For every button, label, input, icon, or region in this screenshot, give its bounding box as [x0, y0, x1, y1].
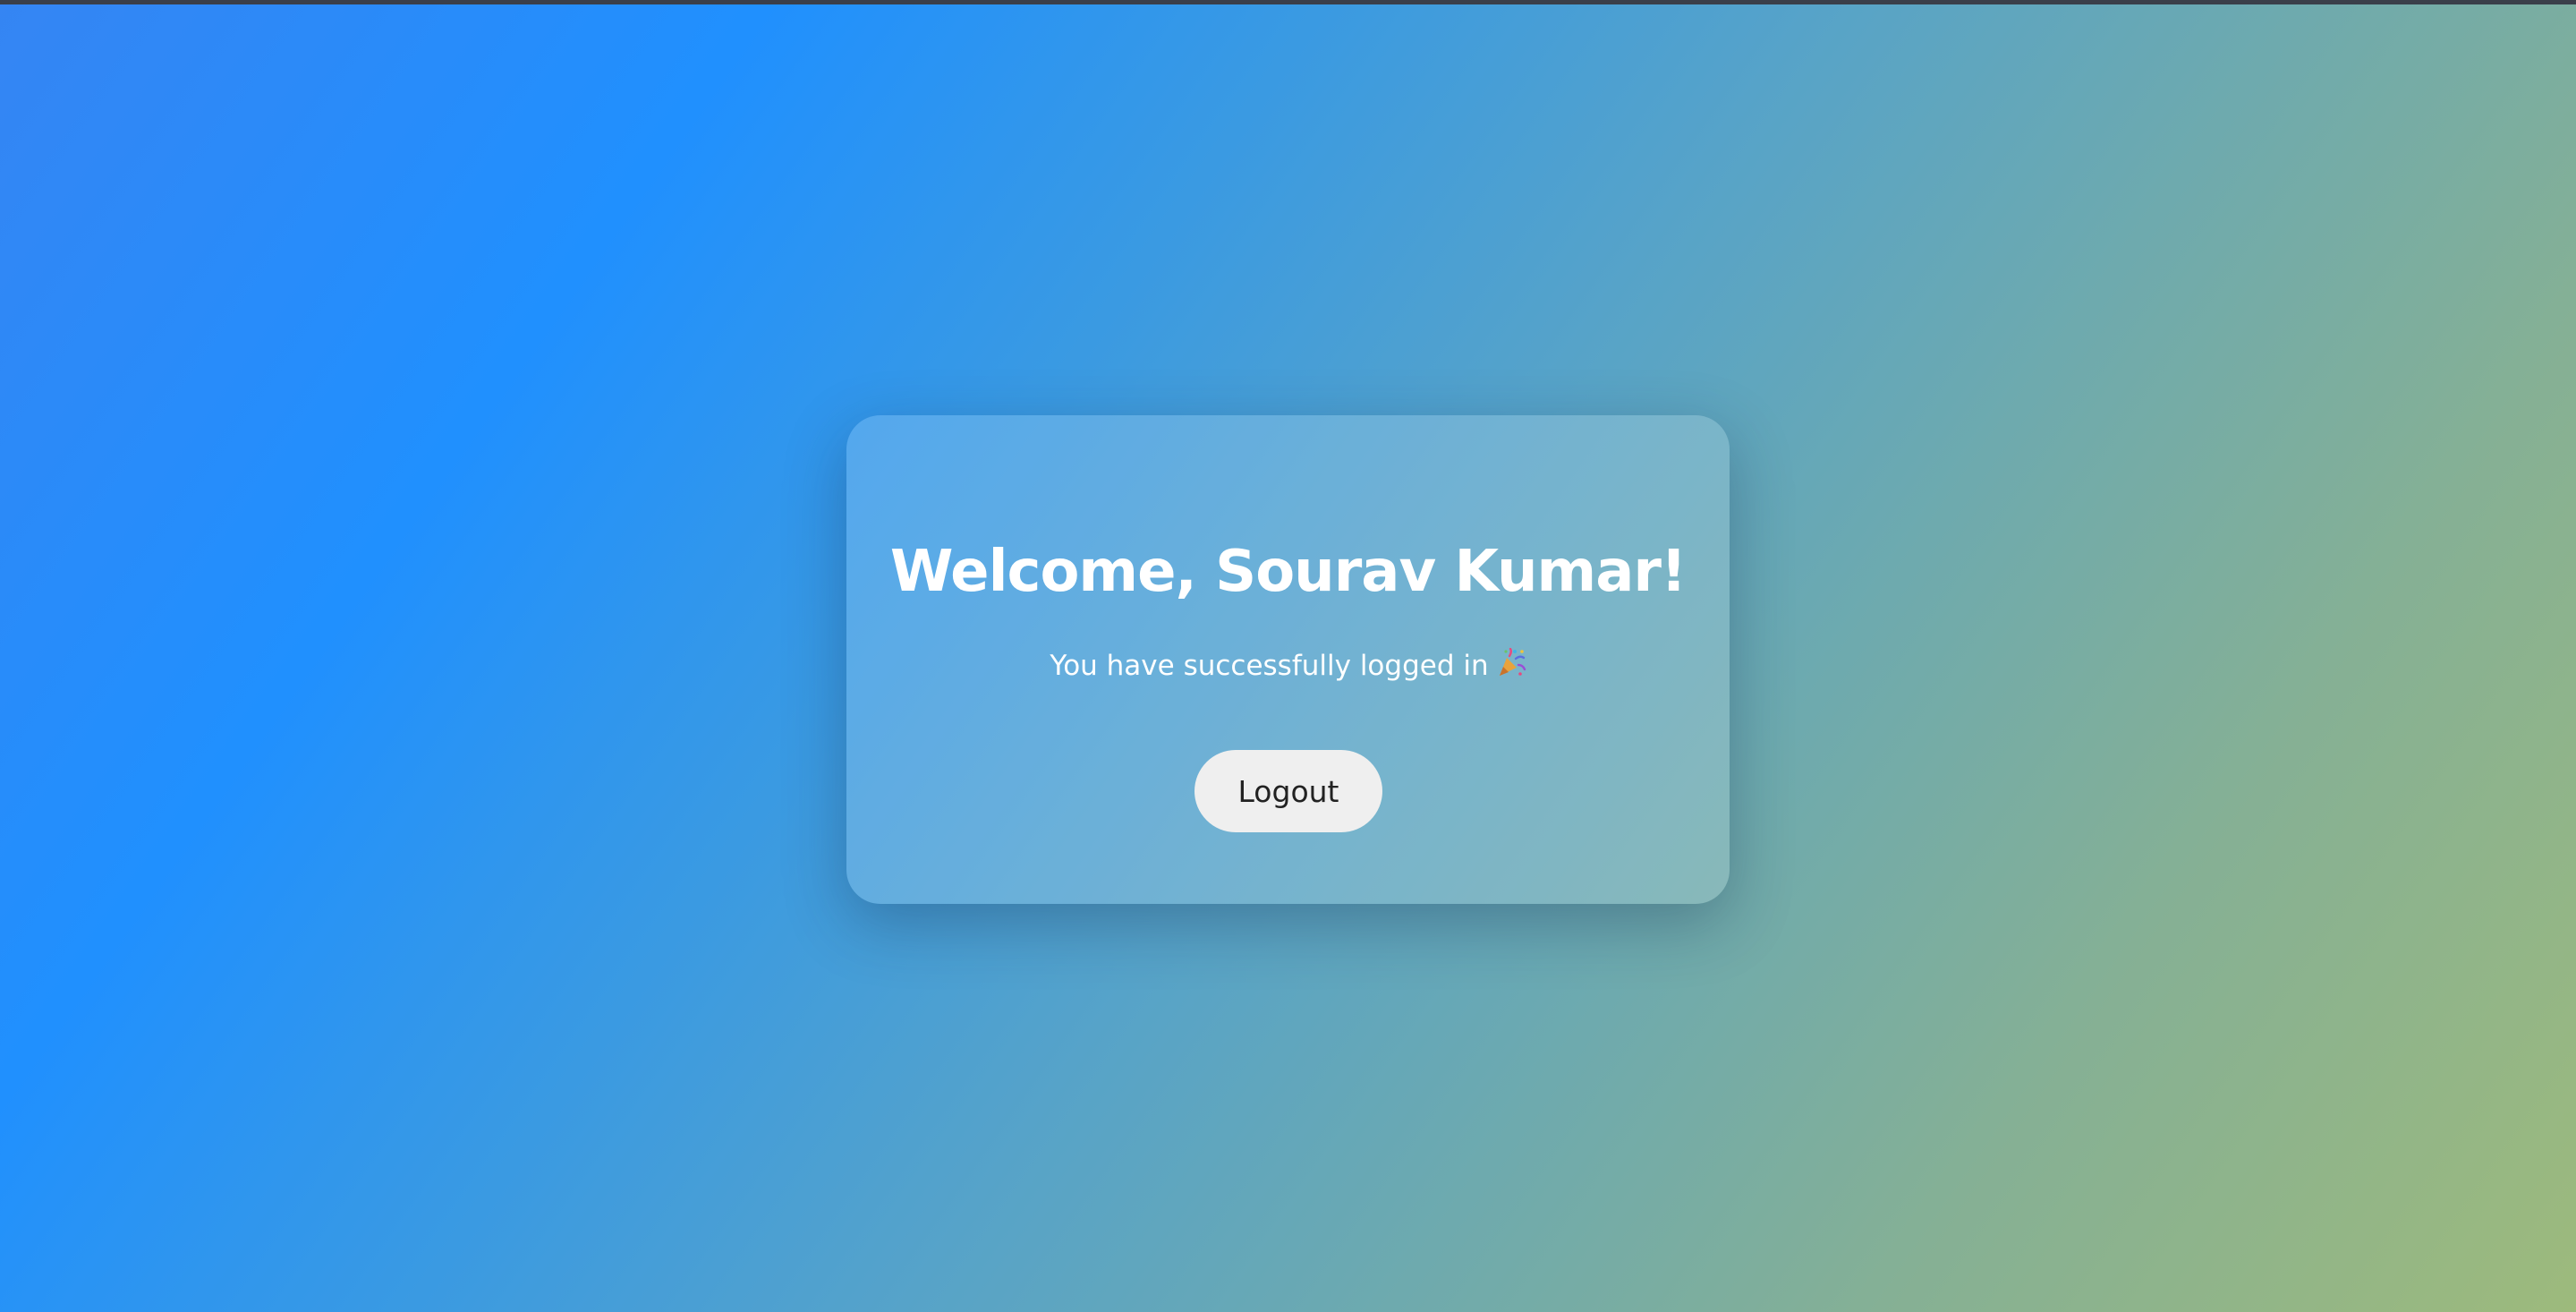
welcome-card: Welcome, Sourav Kumar! You have successf… [846, 415, 1730, 904]
window-top-border [0, 0, 2576, 4]
party-popper-icon [1499, 648, 1526, 676]
success-message-line: You have successfully logged in [846, 646, 1730, 686]
welcome-title: Welcome, Sourav Kumar! [889, 539, 1687, 605]
success-message: You have successfully logged in [1050, 650, 1489, 682]
logout-button[interactable]: Logout [1194, 750, 1382, 832]
